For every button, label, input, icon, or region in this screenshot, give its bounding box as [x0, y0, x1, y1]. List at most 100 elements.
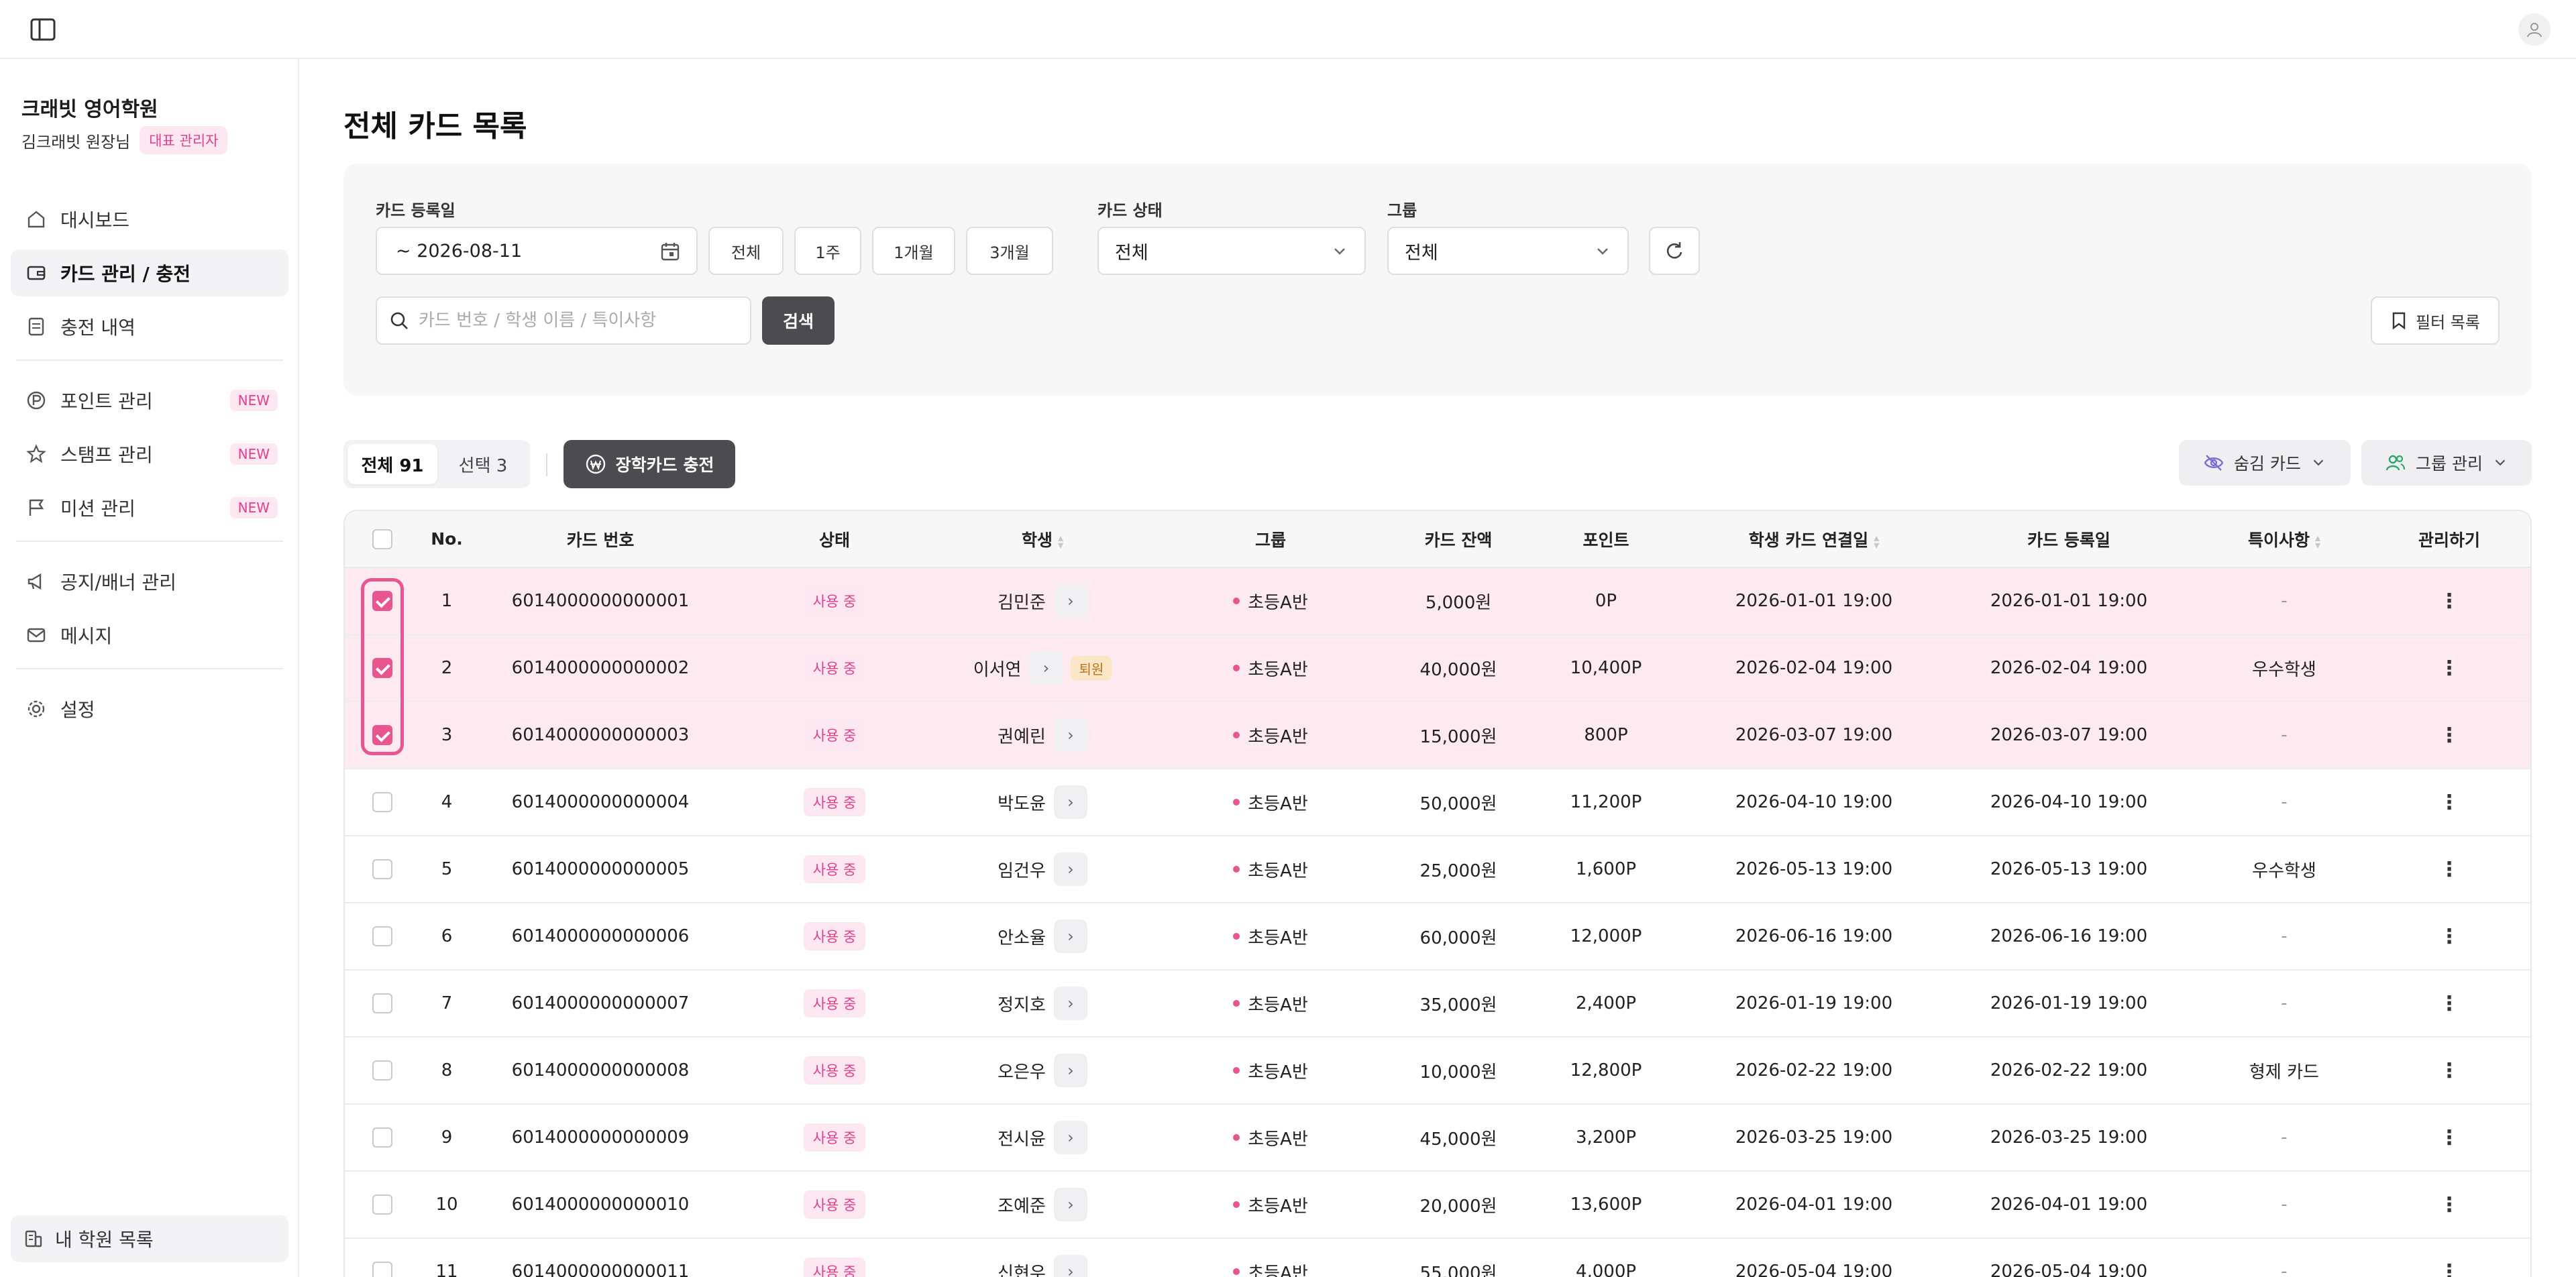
- table-row[interactable]: 7 6014000000000007 사용 중 정지호 › 초등A반 35,000원 2,40…: [345, 970, 2530, 1038]
- table-row[interactable]: 8 6014000000000008 사용 중 오은우 › 초등A반 10,000원 12,8…: [345, 1037, 2530, 1105]
- more-vertical-icon[interactable]: ⋮: [2436, 856, 2463, 883]
- table-row[interactable]: 3 6014000000000003 사용 중 권예린 › 초등A반 15,000원 800P…: [345, 702, 2530, 769]
- home-icon: [24, 207, 48, 231]
- scholarship-charge-label: 장학카드 충전: [615, 455, 714, 475]
- row-card-number: 6014000000000008: [474, 1037, 727, 1105]
- reset-filter-button[interactable]: [1649, 227, 1700, 275]
- row-checkbox[interactable]: [372, 993, 392, 1014]
- table-row[interactable]: 9 6014000000000009 사용 중 전시윤 › 초등A반 45,000원 3,20…: [345, 1104, 2530, 1172]
- row-checkbox[interactable]: [372, 591, 392, 612]
- chevron-right-icon[interactable]: ›: [1053, 1255, 1087, 1277]
- more-vertical-icon[interactable]: ⋮: [2436, 789, 2463, 816]
- card-icon: [24, 261, 48, 285]
- group-dot-icon: [1233, 799, 1240, 806]
- tab-selected[interactable]: 선택 3: [440, 444, 526, 484]
- more-vertical-icon[interactable]: ⋮: [2436, 655, 2463, 681]
- sidebar-item-2[interactable]: 충전 내역: [11, 303, 288, 350]
- group-manage-button[interactable]: 그룹 관리: [2361, 440, 2532, 486]
- chevron-right-icon[interactable]: ›: [1029, 651, 1063, 685]
- range-1month-button[interactable]: 1개월: [872, 227, 955, 275]
- range-3month-button[interactable]: 3개월: [966, 227, 1053, 275]
- row-manage-cell: ⋮: [2365, 567, 2530, 635]
- hidden-cards-button[interactable]: 숨김 카드: [2179, 440, 2351, 486]
- chevron-down-icon: [1331, 243, 1348, 265]
- row-checkbox[interactable]: [372, 1060, 392, 1081]
- row-no: 6: [420, 903, 474, 970]
- sidebar-item-6[interactable]: 공지/배너 관리: [11, 558, 288, 605]
- sidebar-item-label: 공지/배너 관리: [60, 571, 176, 594]
- sidebar-item-5[interactable]: 미션 관리 NEW: [11, 484, 288, 531]
- sidebar-item-7[interactable]: 메시지: [11, 612, 288, 659]
- row-registered-date: 2026-01-01 19:00: [1935, 567, 2203, 635]
- row-checkbox[interactable]: [372, 926, 392, 947]
- chevron-right-icon[interactable]: ›: [1053, 987, 1087, 1020]
- table-row[interactable]: 5 6014000000000005 사용 중 임건우 › 초등A반 25,000원 1,60…: [345, 836, 2530, 903]
- row-checkbox[interactable]: [372, 1195, 392, 1215]
- chevron-down-icon: [1594, 243, 1611, 265]
- sidebar-item-label: 설정: [60, 699, 95, 721]
- sidebar-toggle-icon[interactable]: [30, 17, 56, 42]
- row-checkbox[interactable]: [372, 792, 392, 813]
- group-dot-icon: [1233, 933, 1240, 940]
- header-note[interactable]: 특이사항 ▴ ▾: [2203, 511, 2365, 568]
- search-input[interactable]: [419, 311, 741, 331]
- status-select[interactable]: 전체: [1097, 227, 1366, 275]
- more-vertical-icon[interactable]: ⋮: [2436, 990, 2463, 1017]
- row-balance: 35,000원: [1398, 970, 1519, 1038]
- status-badge: 사용 중: [803, 1123, 866, 1152]
- table-row[interactable]: 11 6014000000000011 사용 중 신현우 › 초등A반 55,000원 4,0…: [345, 1238, 2530, 1277]
- chevron-right-icon[interactable]: ›: [1053, 785, 1087, 819]
- user-avatar-icon[interactable]: [2518, 13, 2551, 46]
- won-coin-icon: [586, 454, 605, 474]
- row-checkbox[interactable]: [372, 658, 392, 679]
- my-academies-button[interactable]: 내 학원 목록: [11, 1215, 288, 1262]
- sidebar-item-1[interactable]: 카드 관리 / 충전: [11, 249, 288, 296]
- row-group-cell: 초등A반: [1143, 702, 1398, 769]
- more-vertical-icon[interactable]: ⋮: [2436, 1057, 2463, 1084]
- range-all-button[interactable]: 전체: [708, 227, 784, 275]
- more-vertical-icon[interactable]: ⋮: [2436, 923, 2463, 950]
- sidebar-item-3[interactable]: 포인트 관리 NEW: [11, 377, 288, 424]
- sidebar-item-0[interactable]: 대시보드: [11, 196, 288, 243]
- header-student[interactable]: 학생 ▴ ▾: [942, 511, 1143, 568]
- more-vertical-icon[interactable]: ⋮: [2436, 1124, 2463, 1151]
- filter-list-button[interactable]: 필터 목록: [2371, 296, 2500, 345]
- more-vertical-icon[interactable]: ⋮: [2436, 588, 2463, 614]
- row-registered-date: 2026-01-19 19:00: [1935, 970, 2203, 1038]
- select-all-checkbox[interactable]: [372, 529, 392, 549]
- row-checkbox[interactable]: [372, 1127, 392, 1148]
- scholarship-charge-button[interactable]: 장학카드 충전: [564, 440, 735, 488]
- group-select[interactable]: 전체: [1387, 227, 1629, 275]
- header-card-number: 카드 번호: [474, 511, 727, 568]
- header-linked-date[interactable]: 학생 카드 연결일 ▴ ▾: [1693, 511, 1935, 568]
- sidebar-item-4[interactable]: 스탬프 관리 NEW: [11, 431, 288, 478]
- table-row[interactable]: 4 6014000000000004 사용 중 박도윤 › 초등A반 50,000원 11,2…: [345, 769, 2530, 836]
- chevron-right-icon[interactable]: ›: [1053, 852, 1087, 886]
- student-name: 오은우: [998, 1062, 1046, 1082]
- chevron-right-icon[interactable]: ›: [1053, 920, 1087, 953]
- table-row[interactable]: 6 6014000000000006 사용 중 안소율 › 초등A반 60,000원 12,0…: [345, 903, 2530, 970]
- row-group-cell: 초등A반: [1143, 1171, 1398, 1239]
- table-row[interactable]: 1 6014000000000001 사용 중 김민준 › 초등A반 5,000원 0P 202…: [345, 567, 2530, 635]
- chevron-right-icon[interactable]: ›: [1053, 1188, 1087, 1221]
- row-checkbox[interactable]: [372, 725, 392, 746]
- more-vertical-icon[interactable]: ⋮: [2436, 722, 2463, 748]
- table-row[interactable]: 2 6014000000000002 사용 중 이서연 › 퇴원 초등A반 40,000원 10…: [345, 634, 2530, 702]
- chevron-right-icon[interactable]: ›: [1053, 584, 1087, 618]
- range-1week-button[interactable]: 1주: [794, 227, 861, 275]
- chevron-right-icon[interactable]: ›: [1053, 1121, 1087, 1154]
- row-points: 1,600P: [1519, 836, 1693, 903]
- chevron-right-icon[interactable]: ›: [1053, 718, 1087, 752]
- student-name: 이서연: [973, 659, 1022, 680]
- sidebar-item-8[interactable]: 설정: [11, 685, 288, 732]
- date-picker[interactable]: ~ 2026-08-11: [376, 227, 698, 275]
- table-row[interactable]: 10 6014000000000010 사용 중 조예준 › 초등A반 20,000원 13,…: [345, 1171, 2530, 1239]
- search-button[interactable]: 검색: [762, 296, 835, 345]
- more-vertical-icon[interactable]: ⋮: [2436, 1191, 2463, 1218]
- row-checkbox[interactable]: [372, 1262, 392, 1277]
- chevron-right-icon[interactable]: ›: [1053, 1054, 1087, 1087]
- row-checkbox[interactable]: [372, 859, 392, 880]
- group-dot-icon: [1233, 1067, 1240, 1074]
- more-vertical-icon[interactable]: ⋮: [2436, 1258, 2463, 1277]
- tab-all[interactable]: 전체 91: [347, 444, 437, 484]
